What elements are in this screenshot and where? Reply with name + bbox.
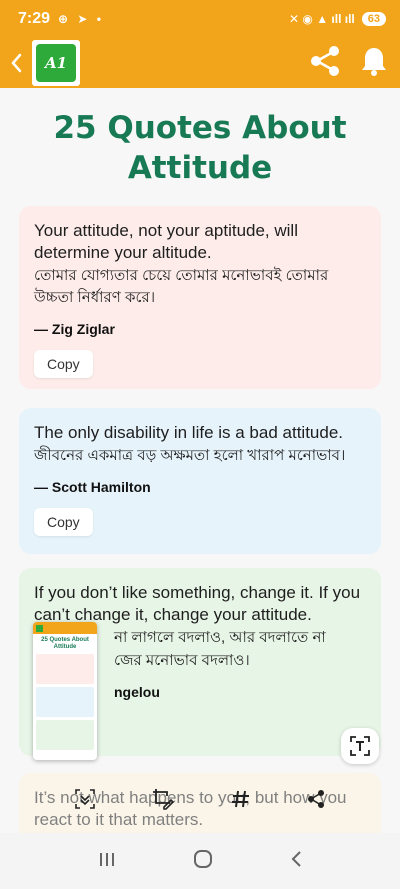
share-button[interactable] — [308, 44, 342, 83]
thumbnail-title: 25 Quotes About Attitude — [41, 637, 89, 650]
status-notification-icons: ⊕ ➤ • — [58, 12, 105, 26]
draw-button[interactable] — [151, 787, 175, 816]
status-bar: 7:29 ⊕ ➤ • ✕ ◉ ▲ ıll ıll 63 — [0, 0, 400, 38]
toolbar-share-button[interactable] — [306, 789, 326, 814]
quote-card: Your attitude, not your aptitude, will d… — [19, 206, 381, 389]
quote-english: Your attitude, not your aptitude, will d… — [34, 221, 298, 262]
quote-author: — Scott Hamilton — [34, 479, 151, 495]
quote-bengali: জীবনের একমাত্র বড় অক্ষমতা হলো খারাপ মনো… — [34, 447, 346, 464]
status-time: 7:29 — [18, 10, 51, 27]
home-button[interactable] — [192, 848, 214, 875]
screenshot-toolbar — [0, 778, 400, 824]
app-logo-mark: A1 — [36, 44, 76, 82]
extract-text-button[interactable] — [341, 728, 379, 764]
status-right: ✕ ◉ ▲ ıll ıll 63 — [289, 12, 386, 26]
chevron-left-icon — [11, 53, 22, 73]
status-system-icons: ✕ ◉ ▲ ıll ıll — [289, 12, 355, 26]
thumbnail-card — [36, 720, 94, 750]
back-button[interactable] — [0, 38, 32, 88]
recents-icon — [100, 852, 115, 866]
copy-button[interactable]: Copy — [34, 350, 93, 378]
tag-button[interactable] — [231, 789, 251, 814]
battery-indicator: 63 — [361, 12, 386, 26]
thumbnail-logo — [36, 625, 43, 632]
bell-icon — [362, 47, 386, 76]
system-nav-bar — [0, 833, 400, 889]
share-icon — [308, 789, 325, 808]
recents-button[interactable] — [97, 850, 117, 873]
text-scan-icon — [350, 736, 370, 756]
thumbnail-card — [36, 687, 94, 717]
app-bar: A1 — [0, 38, 400, 88]
back-nav-button[interactable] — [289, 849, 303, 874]
share-icon — [311, 45, 339, 76]
page-title: 25 Quotes About Attitude — [53, 110, 347, 186]
crop-edit-icon — [153, 788, 175, 810]
notification-button[interactable] — [360, 45, 388, 82]
hashtag-icon — [231, 790, 249, 807]
back-icon — [291, 850, 301, 867]
app-logo: A1 — [32, 40, 80, 86]
thumbnail-card — [36, 654, 94, 684]
quote-bengali: তোমার যোগ্যতার চেয়ে তোমার মনোভাবই তোমার… — [34, 267, 329, 306]
screenshot-thumbnail[interactable]: 25 Quotes About Attitude — [33, 622, 97, 760]
scroll-capture-icon — [74, 788, 95, 809]
copy-button[interactable]: Copy — [34, 508, 93, 536]
quote-author: — Zig Ziglar — [34, 321, 115, 337]
quote-card: The only disability in life is a bad att… — [19, 408, 381, 554]
scroll-capture-button[interactable] — [74, 788, 96, 815]
quote-english: If you don’t like something, change it. … — [34, 583, 361, 624]
quote-english: The only disability in life is a bad att… — [34, 423, 344, 442]
home-icon — [193, 849, 212, 868]
